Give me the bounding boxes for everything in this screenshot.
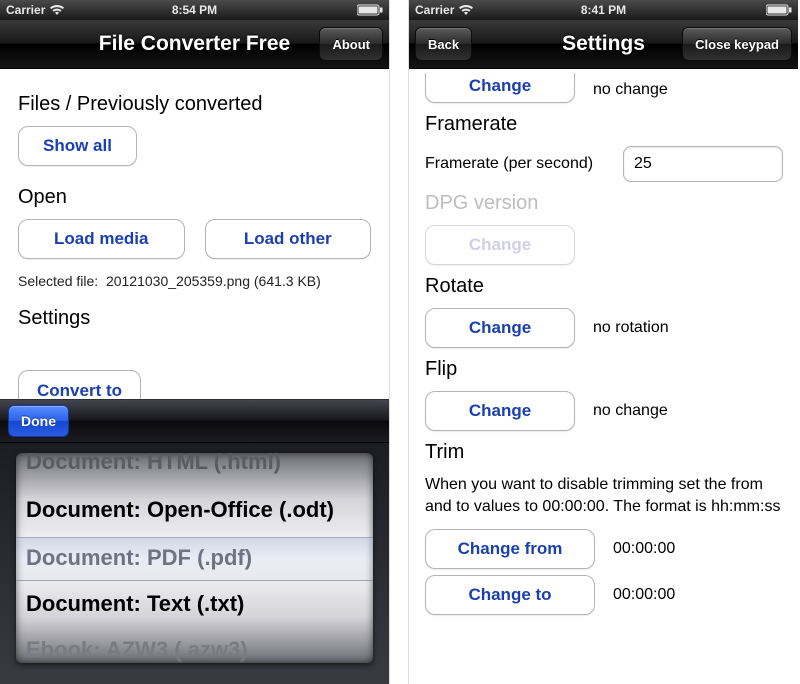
- trim-title: Trim: [425, 441, 782, 464]
- done-button[interactable]: Done: [8, 405, 69, 437]
- dpg-change-button: Change: [425, 225, 575, 265]
- rotate-value: no rotation: [593, 319, 669, 337]
- battery-icon: [357, 4, 383, 16]
- screen-file-converter: Carrier 8:54 PM File Converter Free Abou…: [0, 0, 390, 684]
- trim-from-value: 00:00:00: [613, 540, 675, 558]
- picker-item[interactable]: Document: Text (.txt): [26, 583, 363, 625]
- app-title: File Converter Free: [99, 32, 290, 56]
- prev-setting-row: Change no change: [425, 73, 782, 103]
- load-other-button[interactable]: Load other: [205, 219, 372, 259]
- selected-file-row: Selected file: 20121030_205359.png (641.…: [18, 273, 371, 289]
- picker-item[interactable]: Ebook: AZW3 (.azw3): [26, 629, 363, 663]
- picker-item[interactable]: Document: Open-Office (.odt): [26, 489, 363, 531]
- close-keypad-button[interactable]: Close keypad: [682, 27, 792, 61]
- rotate-row: Change no rotation: [425, 308, 782, 348]
- nav-bar: File Converter Free About: [0, 20, 389, 69]
- framerate-row: Framerate (per second): [425, 146, 782, 182]
- screen-settings: Carrier 8:41 PM Back Settings Close keyp…: [408, 0, 798, 684]
- change-button[interactable]: Change: [425, 73, 575, 103]
- picker-toolbar: Done: [0, 399, 389, 443]
- wifi-icon: [458, 4, 474, 16]
- trim-change-from-button[interactable]: Change from: [425, 529, 595, 569]
- wifi-icon: [49, 4, 65, 16]
- selected-file-value: 20121030_205359.png (641.3 KB): [106, 273, 321, 289]
- selected-file-label: Selected file:: [18, 273, 98, 289]
- nav-bar: Back Settings Close keypad: [409, 20, 798, 69]
- status-bar: Carrier 8:41 PM: [409, 0, 798, 20]
- picker-overlay: Done Document: HTML (.html) Document: Op…: [0, 399, 389, 684]
- settings-section-title: Settings: [18, 307, 371, 330]
- trim-to-row: Change to 00:00:00: [425, 575, 782, 615]
- page-title: Settings: [562, 32, 645, 56]
- picker-item[interactable]: Document: HTML (.html): [26, 453, 363, 483]
- picker-wheel[interactable]: Document: HTML (.html) Document: Open-Of…: [16, 453, 373, 663]
- carrier-label: Carrier: [6, 3, 45, 17]
- trim-to-value: 00:00:00: [613, 586, 675, 604]
- flip-value: no change: [593, 402, 668, 420]
- status-bar: Carrier 8:54 PM: [0, 0, 389, 20]
- framerate-title: Framerate: [425, 113, 782, 136]
- prev-setting-value: no change: [593, 81, 668, 103]
- settings-content: Change no change Framerate Framerate (pe…: [409, 69, 798, 635]
- rotate-title: Rotate: [425, 275, 782, 298]
- files-section-title: Files / Previously converted: [18, 93, 371, 116]
- trim-description: When you want to disable trimming set th…: [425, 474, 782, 517]
- rotate-change-button[interactable]: Change: [425, 308, 575, 348]
- flip-change-button[interactable]: Change: [425, 391, 575, 431]
- back-button[interactable]: Back: [415, 27, 472, 61]
- trim-from-row: Change from 00:00:00: [425, 529, 782, 569]
- open-section-title: Open: [18, 186, 371, 209]
- dpg-row: Change: [425, 225, 782, 265]
- framerate-input[interactable]: [623, 146, 783, 182]
- dpg-title: DPG version: [425, 192, 782, 215]
- flip-row: Change no change: [425, 391, 782, 431]
- picker-item-selected[interactable]: Document: PDF (.pdf): [26, 537, 363, 579]
- trim-change-to-button[interactable]: Change to: [425, 575, 595, 615]
- flip-title: Flip: [425, 358, 782, 381]
- battery-icon: [766, 4, 792, 16]
- about-button[interactable]: About: [319, 27, 383, 61]
- load-media-button[interactable]: Load media: [18, 219, 185, 259]
- picker[interactable]: Document: HTML (.html) Document: Open-Of…: [0, 443, 389, 684]
- carrier-label: Carrier: [415, 3, 454, 17]
- show-all-button[interactable]: Show all: [18, 126, 137, 166]
- framerate-label: Framerate (per second): [425, 155, 605, 173]
